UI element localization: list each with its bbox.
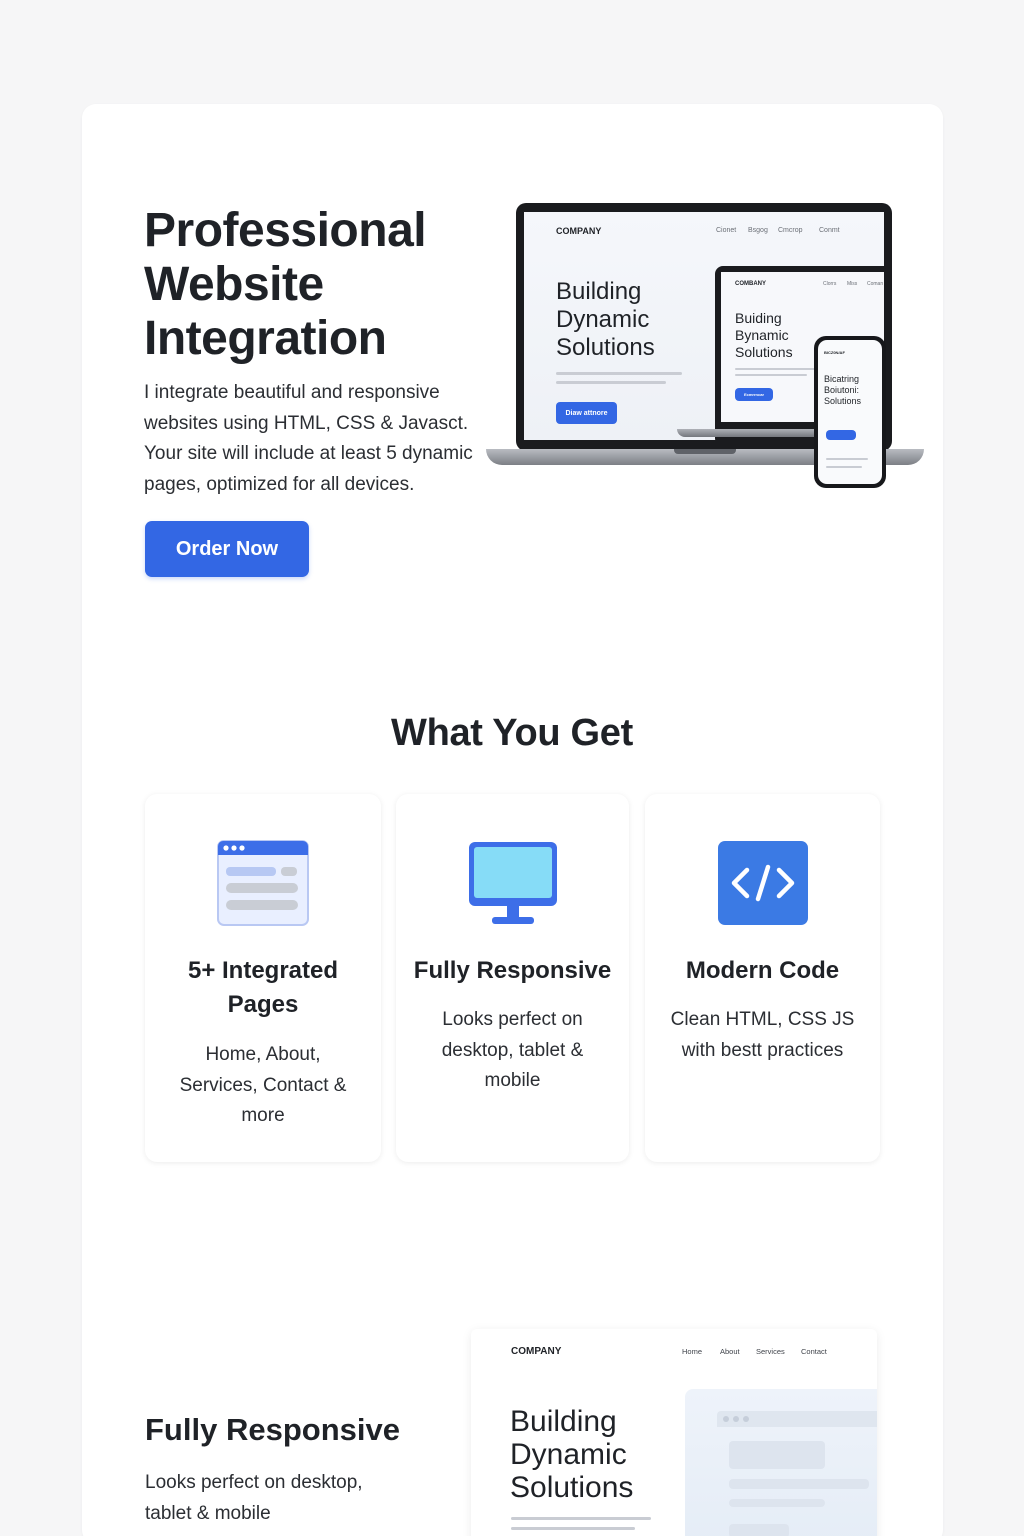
preview-nav-home[interactable]: Home [682, 1347, 702, 1356]
preview-browser-graphic [685, 1389, 877, 1536]
preview-logo: COMPANY [511, 1346, 562, 1357]
feature-title: Fully Responsive [413, 957, 612, 984]
phone-screen: BICZ0N/AF Bicatring Boiutoni: Solutions [818, 340, 882, 484]
phone-text-line [826, 466, 862, 468]
feature-card-responsive: Fully Responsive Looks perfect on deskto… [396, 794, 629, 1162]
browser-window-icon [217, 840, 309, 926]
mockup-button: Diaw attnore [556, 402, 617, 424]
code-icon [717, 840, 809, 926]
tablet-nav-item: Miss [847, 281, 858, 287]
section-title: What You Get [391, 712, 633, 754]
preview-nav-services[interactable]: Services [756, 1347, 785, 1356]
preview-text-line [511, 1517, 651, 1520]
tablet-text-line [735, 374, 807, 376]
order-now-button[interactable]: Order Now [145, 521, 309, 577]
mockup-nav-item: Bsgog [748, 227, 768, 234]
phone-mockup: BICZ0N/AF Bicatring Boiutoni: Solutions [814, 336, 886, 488]
preview-headline: Building Dynamic Solutions [510, 1405, 634, 1504]
phone-logo: BICZ0N/AF [824, 350, 845, 355]
mockup-nav-item: Cionet [716, 227, 737, 234]
responsive-section-description: Looks perfect on desktop, tablet & mobil… [145, 1472, 363, 1524]
phone-headline: Bicatring Boiutoni: Solutions [824, 374, 862, 406]
tablet-nav-item: Clorrs [823, 281, 837, 287]
preview-nav-contact[interactable]: Contact [801, 1347, 827, 1356]
tablet-nav-item: Coman [867, 281, 884, 287]
tablet-text-line [735, 368, 815, 370]
feature-card-code: Modern Code Clean HTML, CSS JS with best… [645, 794, 880, 1162]
mockup-headline: Building Dynamic Solutions [556, 278, 655, 361]
preview-nav-about[interactable]: About [720, 1347, 740, 1356]
mockup-nav-item: Cmcrop [778, 227, 803, 234]
mockup-text-line [556, 381, 666, 384]
feature-title: 5+ Integrated Pages [187, 957, 339, 1018]
responsive-section-title: Fully Responsive [145, 1412, 400, 1447]
feature-title: Modern Code [685, 957, 840, 984]
preview-text-line [511, 1527, 635, 1530]
feature-description: Home, About, Services, Contact & more [179, 1044, 347, 1126]
feature-description: Clean HTML, CSS JS with bestt practices [670, 1009, 855, 1061]
hero-title: Professional Website Integration [144, 204, 427, 365]
phone-button [826, 430, 856, 440]
feature-card-pages: 5+ Integrated Pages Home, About, Service… [145, 794, 381, 1162]
phone-text-line [826, 458, 868, 460]
tablet-logo: COMBANY [735, 281, 766, 287]
mockup-nav-item: Conmt [819, 227, 840, 234]
hero-description: I integrate beautiful and responsive web… [144, 382, 473, 495]
tablet-button: Ecmrrncar [735, 388, 773, 401]
mockup-logo: COMPANY [556, 226, 602, 236]
mockup-text-line [556, 372, 682, 375]
monitor-icon [467, 840, 559, 926]
feature-description: Looks perfect on desktop, tablet & mobil… [441, 1009, 584, 1091]
website-preview: COMPANY Home About Services Contact Buil… [471, 1329, 877, 1536]
